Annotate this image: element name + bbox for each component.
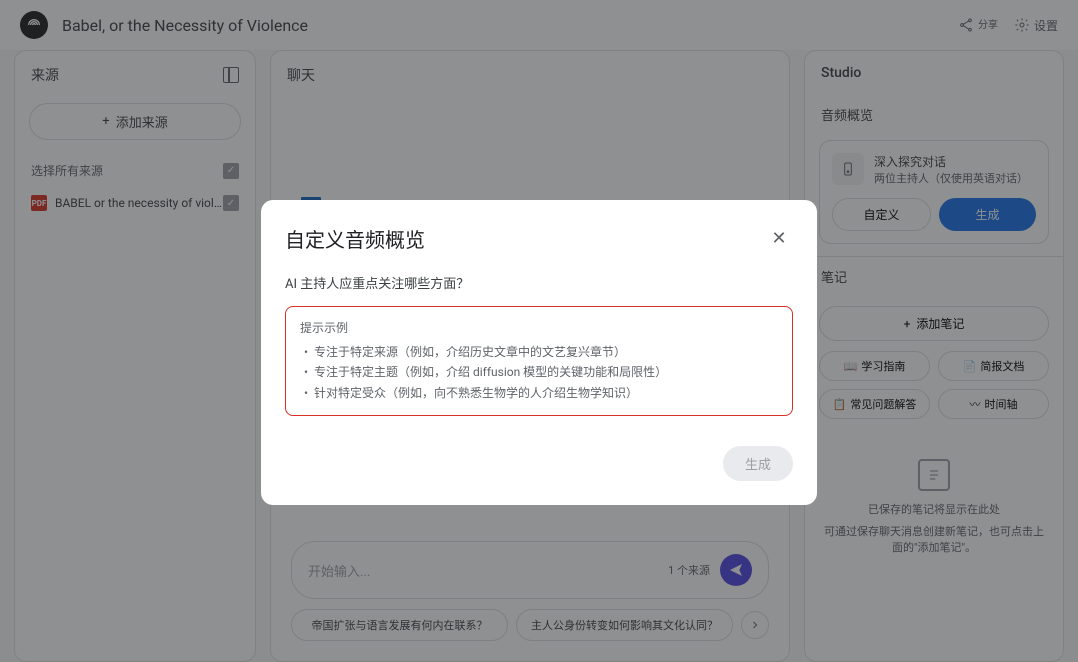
close-icon: ✕ [771, 228, 786, 249]
modal-title: 自定义音频概览 [285, 224, 425, 253]
customize-audio-modal: 自定义音频概览 ✕ AI 主持人应重点关注哪些方面？ 提示示例 专注于特定来源（… [261, 200, 817, 505]
modal-generate-button[interactable]: 生成 [723, 446, 793, 481]
prompt-input[interactable]: 提示示例 专注于特定来源（例如，介绍历史文章中的文艺复兴章节） 专注于特定主题（… [285, 306, 793, 416]
prompt-examples: 专注于特定来源（例如，介绍历史文章中的文艺复兴章节） 专注于特定主题（例如，介绍… [300, 342, 778, 403]
modal-question: AI 主持人应重点关注哪些方面？ [285, 273, 793, 292]
modal-overlay[interactable]: 自定义音频概览 ✕ AI 主持人应重点关注哪些方面？ 提示示例 专注于特定来源（… [0, 0, 1078, 662]
close-modal-button[interactable]: ✕ [765, 225, 793, 253]
